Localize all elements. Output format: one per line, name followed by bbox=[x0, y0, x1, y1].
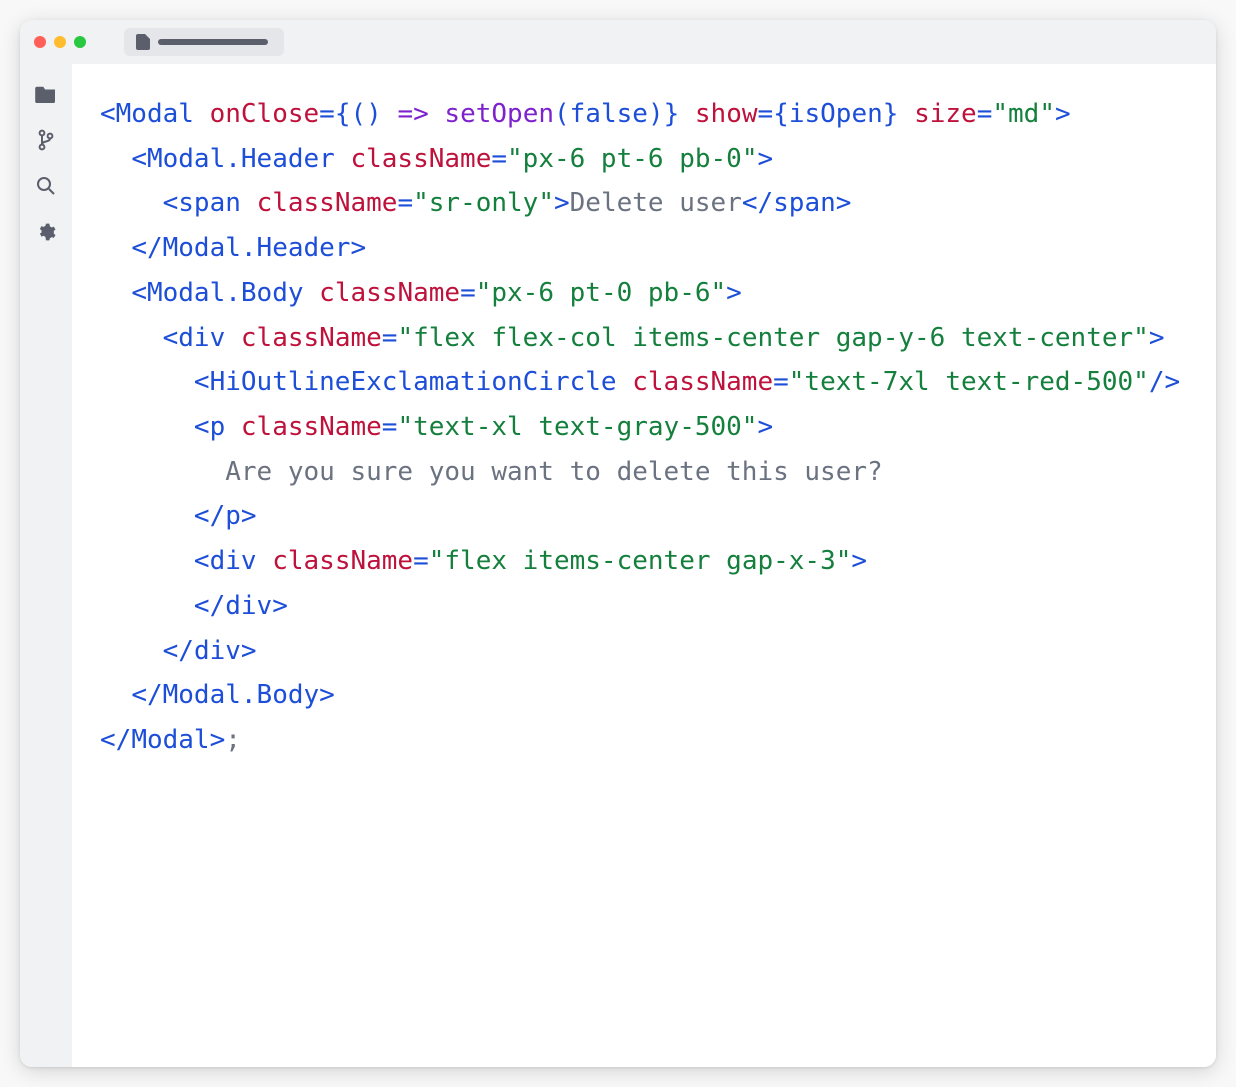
code-line[interactable]: <div className="flex items-center gap-x-… bbox=[100, 539, 1216, 584]
code-line[interactable]: <span className="sr-only">Delete user</s… bbox=[100, 181, 1216, 226]
file-icon bbox=[136, 34, 150, 50]
editor-tab[interactable] bbox=[124, 28, 284, 56]
code-line[interactable]: <HiOutlineExclamationCircle className="t… bbox=[100, 360, 1216, 405]
code-line[interactable]: <p className="text-xl text-gray-500"> bbox=[100, 405, 1216, 450]
gear-icon[interactable] bbox=[34, 220, 58, 244]
code-line[interactable]: <Modal.Body className="px-6 pt-0 pb-6"> bbox=[100, 271, 1216, 316]
close-window-button[interactable] bbox=[34, 36, 46, 48]
titlebar bbox=[20, 20, 1216, 64]
code-line[interactable]: </div> bbox=[100, 629, 1216, 674]
code-line[interactable]: </Modal.Header> bbox=[100, 226, 1216, 271]
window-body: <Modal onClose={() => setOpen(false)} sh… bbox=[20, 64, 1216, 1067]
maximize-window-button[interactable] bbox=[74, 36, 86, 48]
code-line[interactable]: </p> bbox=[100, 494, 1216, 539]
git-icon[interactable] bbox=[34, 128, 58, 152]
activity-bar bbox=[20, 64, 72, 1067]
code-line[interactable]: </Modal>; bbox=[100, 718, 1216, 763]
code-line[interactable]: </div> bbox=[100, 584, 1216, 629]
code-line[interactable]: </Modal.Body> bbox=[100, 673, 1216, 718]
code-line[interactable]: <Modal onClose={() => setOpen(false)} sh… bbox=[100, 92, 1216, 137]
files-icon[interactable] bbox=[34, 82, 58, 106]
tab-bar bbox=[124, 28, 284, 56]
code-line[interactable]: <div className="flex flex-col items-cent… bbox=[100, 316, 1216, 361]
editor-window: <Modal onClose={() => setOpen(false)} sh… bbox=[20, 20, 1216, 1067]
search-icon[interactable] bbox=[34, 174, 58, 198]
traffic-lights bbox=[34, 36, 86, 48]
code-line[interactable]: Are you sure you want to delete this use… bbox=[100, 450, 1216, 495]
code-editor[interactable]: <Modal onClose={() => setOpen(false)} sh… bbox=[72, 64, 1216, 1067]
code-content[interactable]: <Modal onClose={() => setOpen(false)} sh… bbox=[100, 92, 1216, 763]
code-line[interactable]: <Modal.Header className="px-6 pt-6 pb-0"… bbox=[100, 137, 1216, 182]
tab-title-placeholder bbox=[158, 39, 268, 45]
minimize-window-button[interactable] bbox=[54, 36, 66, 48]
